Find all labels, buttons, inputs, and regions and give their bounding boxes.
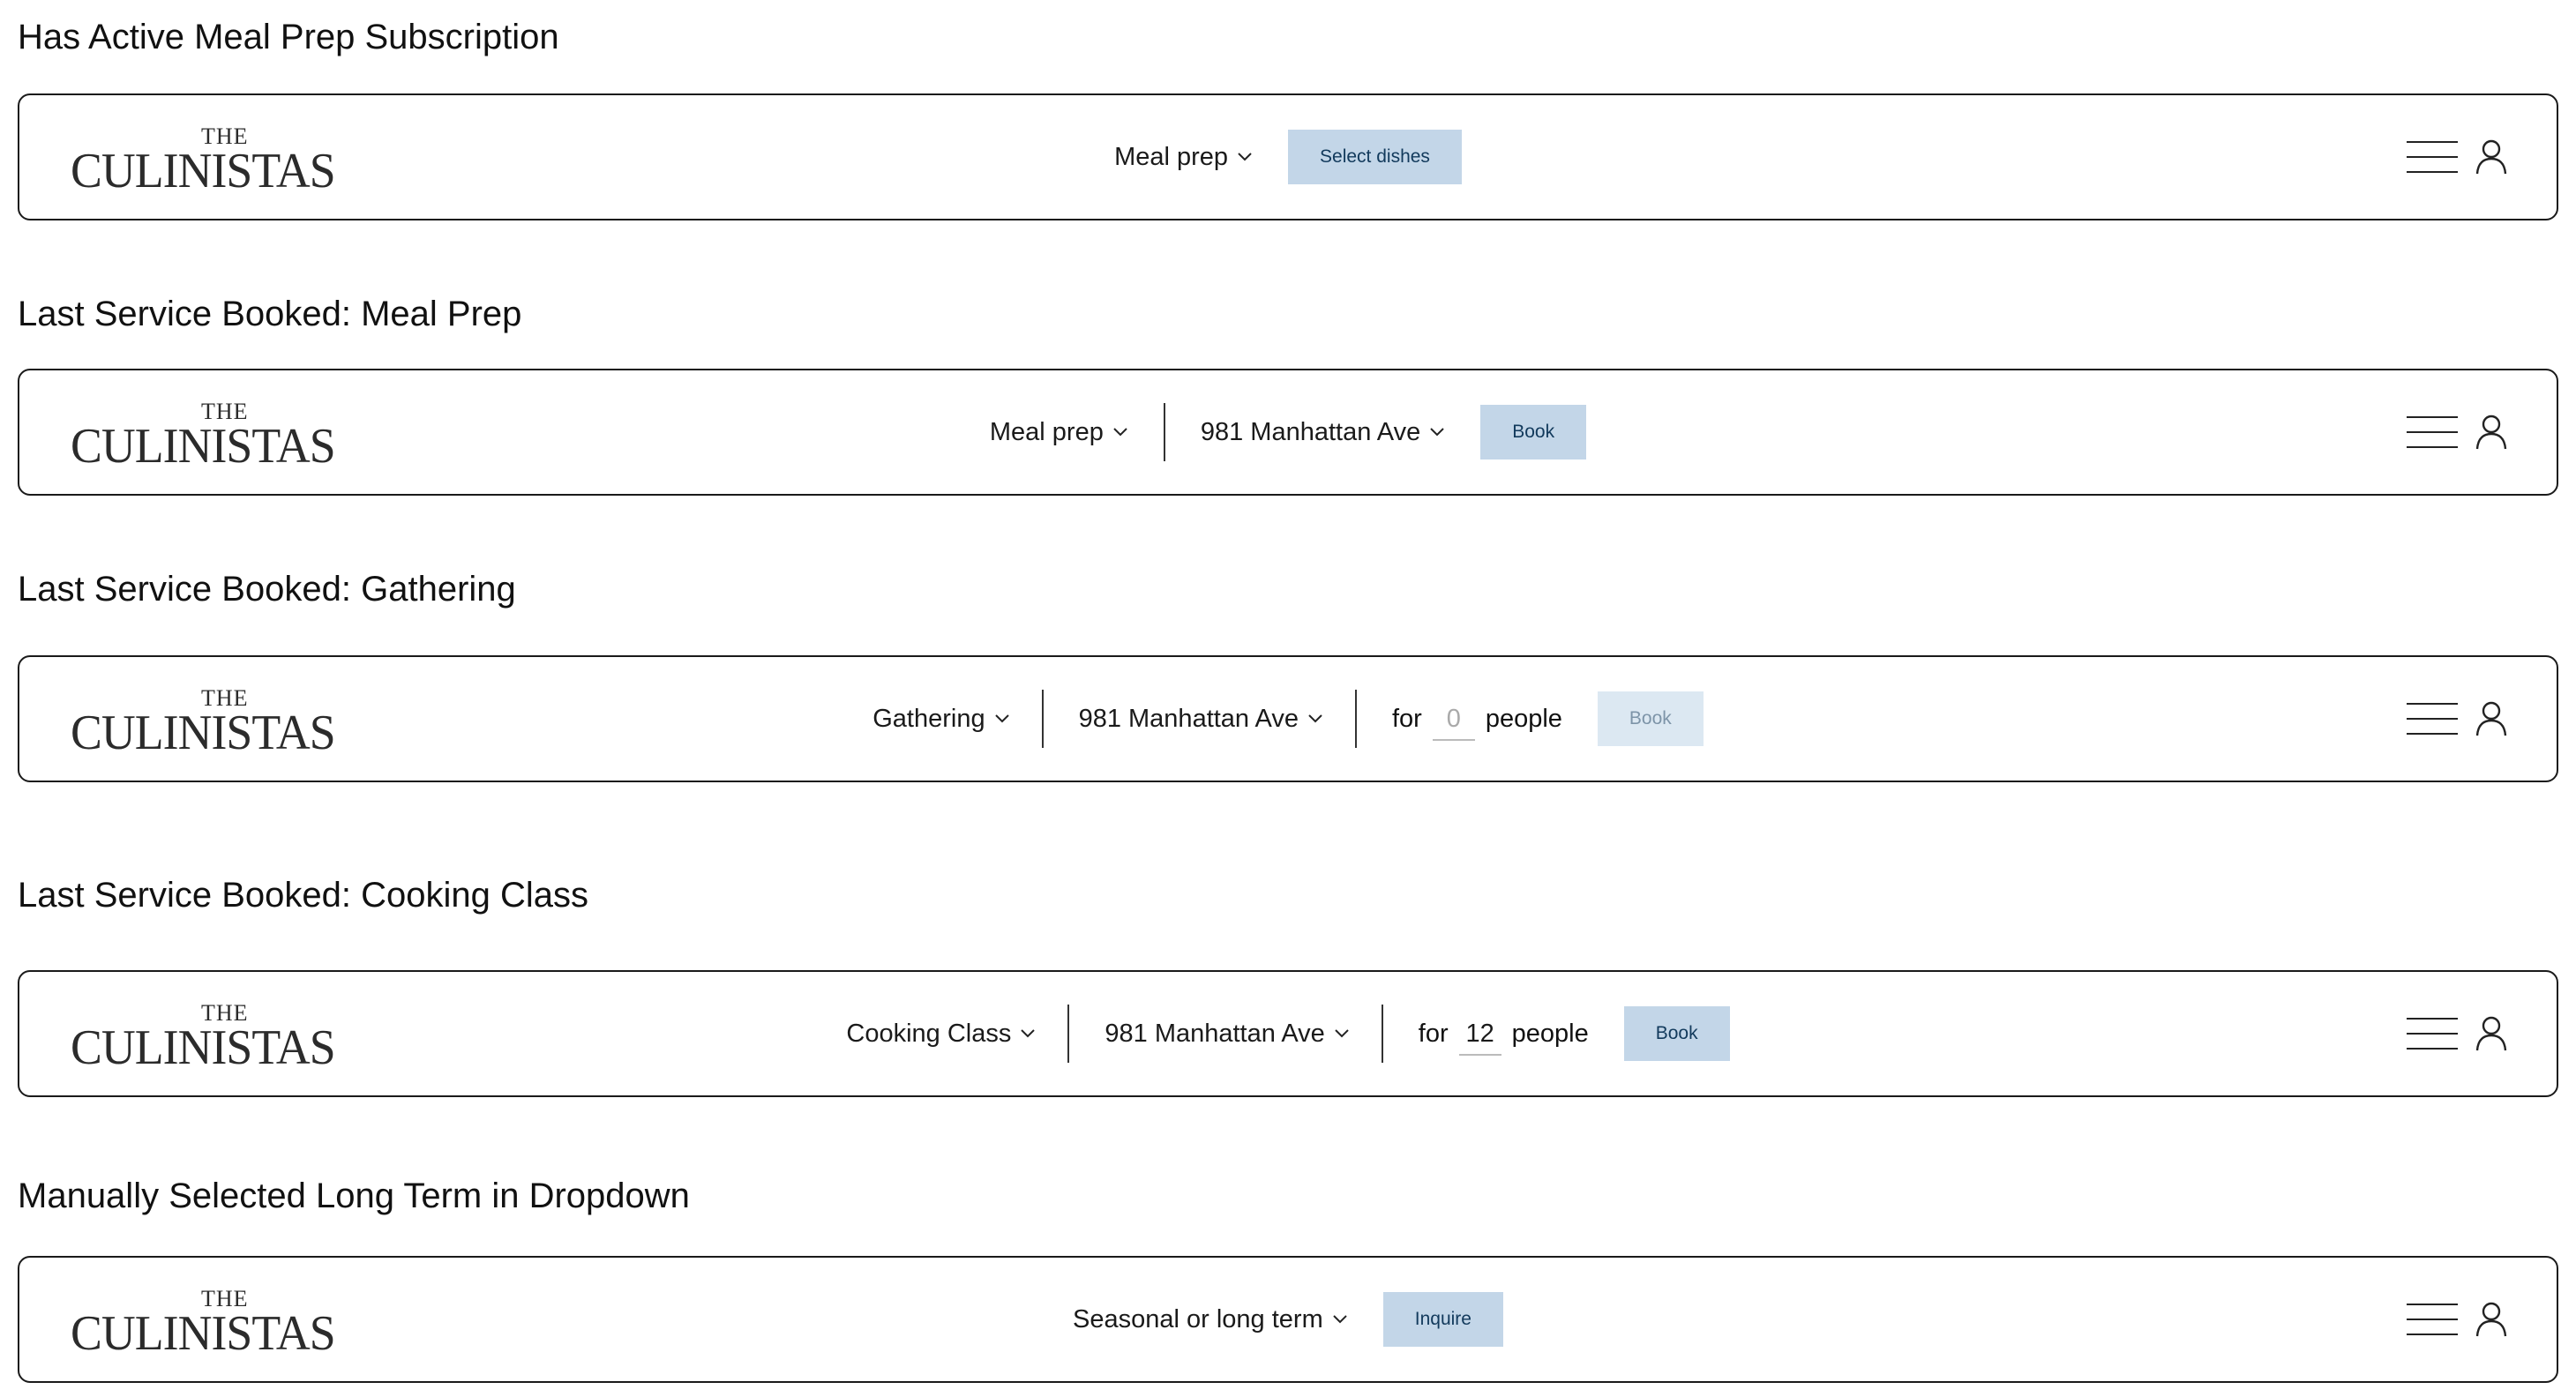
hamburger-menu-icon[interactable] — [2407, 701, 2458, 736]
book-button[interactable]: Book — [1623, 1006, 1730, 1061]
divider — [1163, 403, 1165, 461]
chevron-down-icon — [1021, 1029, 1036, 1038]
address-dropdown[interactable]: 981 Manhattan Ave — [1201, 418, 1445, 447]
service-dropdown[interactable]: Meal prep — [1114, 143, 1253, 172]
chevron-down-icon — [994, 714, 1009, 723]
chevron-down-icon — [1333, 1315, 1347, 1324]
inquire-button[interactable]: Inquire — [1382, 1292, 1503, 1347]
hamburger-menu-icon[interactable] — [2407, 1302, 2458, 1337]
guest-count-input[interactable]: 12 — [1458, 1012, 1501, 1056]
guest-count-input[interactable]: 0 — [1432, 698, 1475, 741]
nav-bar-active-subscription: THE CULINISTAS Meal prep Select dishes — [18, 93, 2558, 220]
service-dropdown[interactable]: Seasonal or long term — [1073, 1305, 1348, 1334]
section-heading-meal-prep: Last Service Booked: Meal Prep — [18, 295, 522, 333]
address-dropdown[interactable]: 981 Manhattan Ave — [1105, 1020, 1349, 1049]
culinistas-logo[interactable]: THE CULINISTAS — [71, 998, 353, 1073]
address-dropdown[interactable]: 981 Manhattan Ave — [1079, 705, 1323, 734]
section-heading-active-subscription: Has Active Meal Prep Subscription — [18, 18, 559, 56]
section-heading-long-term: Manually Selected Long Term in Dropdown — [18, 1177, 690, 1215]
divider — [1354, 690, 1357, 748]
service-dropdown[interactable]: Meal prep — [990, 418, 1128, 447]
user-account-icon[interactable] — [2475, 701, 2507, 736]
select-dishes-button[interactable]: Select dishes — [1288, 130, 1462, 184]
divider — [1381, 1005, 1383, 1063]
nav-bar-gathering: THE CULINISTAS Gathering 981 Manhattan A… — [18, 655, 2558, 782]
book-button[interactable]: Book — [1480, 405, 1587, 459]
user-account-icon[interactable] — [2475, 415, 2507, 450]
guest-count-group: for 0 people — [1392, 698, 1562, 741]
user-account-icon[interactable] — [2475, 1016, 2507, 1051]
service-dropdown[interactable]: Cooking Class — [846, 1020, 1036, 1049]
culinistas-logo[interactable]: THE CULINISTAS — [71, 397, 353, 472]
user-account-icon[interactable] — [2475, 139, 2507, 175]
nav-bar-cooking-class: THE CULINISTAS Cooking Class 981 Manhatt… — [18, 970, 2558, 1097]
hamburger-menu-icon[interactable] — [2407, 415, 2458, 450]
divider — [1041, 690, 1044, 748]
culinistas-logo[interactable]: THE CULINISTAS — [71, 684, 353, 758]
chevron-down-icon — [1335, 1029, 1349, 1038]
chevron-down-icon — [1430, 428, 1444, 437]
section-heading-cooking-class: Last Service Booked: Cooking Class — [18, 876, 588, 915]
divider — [1067, 1005, 1070, 1063]
service-dropdown[interactable]: Gathering — [872, 705, 1009, 734]
book-button-disabled[interactable]: Book — [1597, 691, 1704, 746]
chevron-down-icon — [1308, 714, 1322, 723]
nav-bar-long-term: THE CULINISTAS Seasonal or long term Inq… — [18, 1256, 2558, 1383]
culinistas-logo[interactable]: THE CULINISTAS — [71, 1284, 353, 1359]
chevron-down-icon — [1238, 153, 1252, 161]
section-heading-gathering: Last Service Booked: Gathering — [18, 570, 516, 609]
hamburger-menu-icon[interactable] — [2407, 1016, 2458, 1051]
hamburger-menu-icon[interactable] — [2407, 139, 2458, 175]
nav-bar-meal-prep: THE CULINISTAS Meal prep 981 Manhattan A… — [18, 369, 2558, 496]
chevron-down-icon — [1113, 428, 1127, 437]
user-account-icon[interactable] — [2475, 1302, 2507, 1337]
guest-count-group: for 12 people — [1419, 1012, 1589, 1056]
culinistas-logo[interactable]: THE CULINISTAS — [71, 122, 353, 197]
